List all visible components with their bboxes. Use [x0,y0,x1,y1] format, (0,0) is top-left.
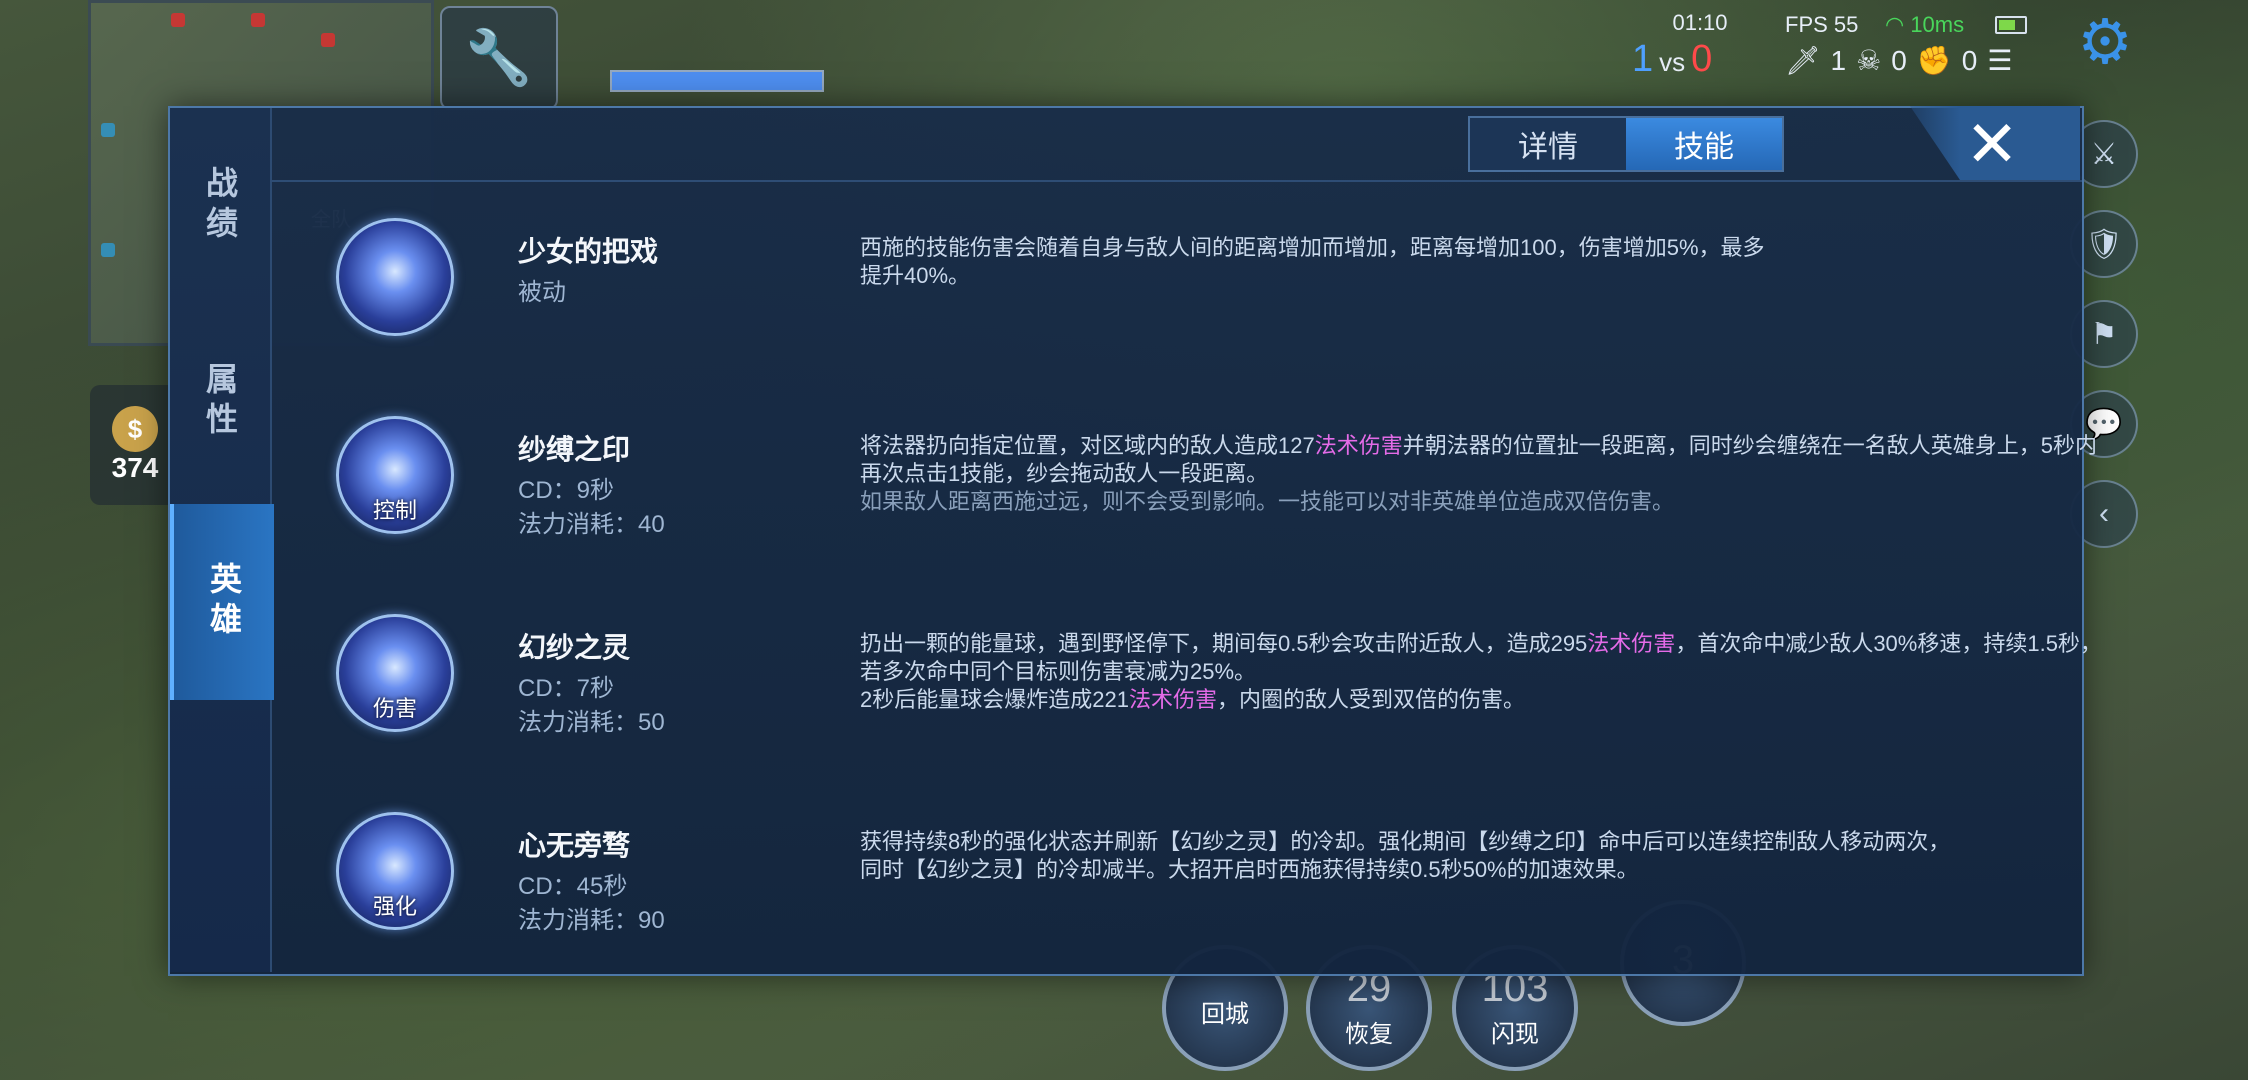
skill-row-ultimate: 强化 心无旁骛 CD：45秒 法力消耗：90 获得持续8秒的强化状态并刷新【幻纱… [270,786,2082,976]
skill-name: 少女的把戏 [518,236,659,267]
skill-cooldown: CD：9秒 [518,477,615,504]
tab-skills[interactable]: 技能 [1626,118,1782,170]
skill-mana-cost: 法力消耗：90 [518,907,665,934]
skill-description: 扔出一颗的能量球，遇到野怪停下，期间每0.5秒会攻击附近敌人，造成295法术伤害… [860,631,2102,712]
gold-counter[interactable]: $ 374 [90,385,180,505]
skill-mana-cost: 法力消耗：40 [518,511,665,538]
skill-row-1: 控制 纱缚之印 CD：9秒 法力消耗：40 将法器扔向指定位置，对区域内的敌人造… [270,390,2097,580]
ally-tower-icon [101,243,115,257]
fist-icon: ✊ [1916,45,1952,76]
damage-skill-icon: 伤害 [336,614,454,732]
control-skill-icon: 控制 [336,416,454,534]
skill-mana-cost: 法力消耗：50 [518,709,665,736]
skill-description: 将法器扔向指定位置，对区域内的敌人造成127法术伤害并朝法器的位置扯一段距离，同… [860,433,2097,514]
money-bag-icon: $ [112,406,158,452]
fps-counter: FPS 55 [1785,12,1859,37]
tab-attributes[interactable]: 属性 [170,304,270,500]
skill-row-passive: 少女的把戏 被动 西施的技能伤害会随着自身与敌人间的距离增加而增加，距离每增加1… [270,192,2082,382]
header-divider [270,180,2082,182]
ally-health-bar [610,70,824,92]
gold-amount: 374 [111,452,159,483]
top-tab-bar: 详情 技能 [1468,116,1784,172]
skill-cooldown: CD：45秒 [518,873,628,900]
ping-indicator: ◠ 10ms [1885,12,1965,37]
hero-info-panel: 战绩 属性 英雄 详情 技能 ✕ 少女的把戏 被动 西施的技能伤害会随着自身与敌… [168,106,2102,976]
skill-cooldown: CD：7秒 [518,675,615,702]
skill-type: 被动 [518,279,566,306]
status-bar: 01:10 FPS 55 ◠ 10ms 1 vs 0 🗡 1 ☠ 0 ✊ 0 ☰ [1620,8,2040,80]
skill-name: 幻纱之灵 [518,632,631,663]
sword-icon: 🗡 [1785,45,1821,76]
skill-row-2: 伤害 幻纱之灵 CD：7秒 法力消耗：50 扔出一颗的能量球，遇到野怪停下，期间… [270,588,2102,778]
skill-description: 获得持续8秒的强化状态并刷新【幻纱之灵】的冷却。强化期间【纱缚之印】命中后可以连… [860,829,1951,882]
side-tab-bar: 战绩 属性 英雄 [170,108,274,972]
gear-icon[interactable]: ⚙ [2070,8,2140,78]
wifi-icon: ◠ [1885,12,1911,37]
list-icon: ☰ [1987,45,2013,76]
enemy-tower-icon [321,33,335,47]
close-icon[interactable]: ✕ [1960,112,2024,176]
enemy-tower-icon [171,13,185,27]
tab-details[interactable]: 详情 [1470,118,1626,170]
wrench-icon: 🔧 [465,27,533,88]
tab-battle-record[interactable]: 战绩 [170,108,270,304]
match-time: 01:10 [1672,10,1728,35]
enemy-tower-icon [251,13,265,27]
skull-icon: ☠ [1856,45,1882,76]
team-score: 1 vs 0 [1632,38,1713,80]
skill-name: 心无旁骛 [518,830,631,861]
ally-tower-icon [101,123,115,137]
tab-hero[interactable]: 英雄 [170,504,274,700]
kda-display[interactable]: 🗡 1 ☠ 0 ✊ 0 ☰ [1785,44,2012,77]
settings-shortcut-button[interactable]: 🔧 [440,6,558,110]
skill-description: 西施的技能伤害会随着自身与敌人间的距离增加而增加，距离每增加100，伤害增加5%… [860,235,1765,288]
empower-skill-icon: 强化 [336,812,454,930]
battery-icon [1995,16,2027,34]
passive-skill-icon [336,218,454,336]
skill-name: 纱缚之印 [518,434,631,465]
